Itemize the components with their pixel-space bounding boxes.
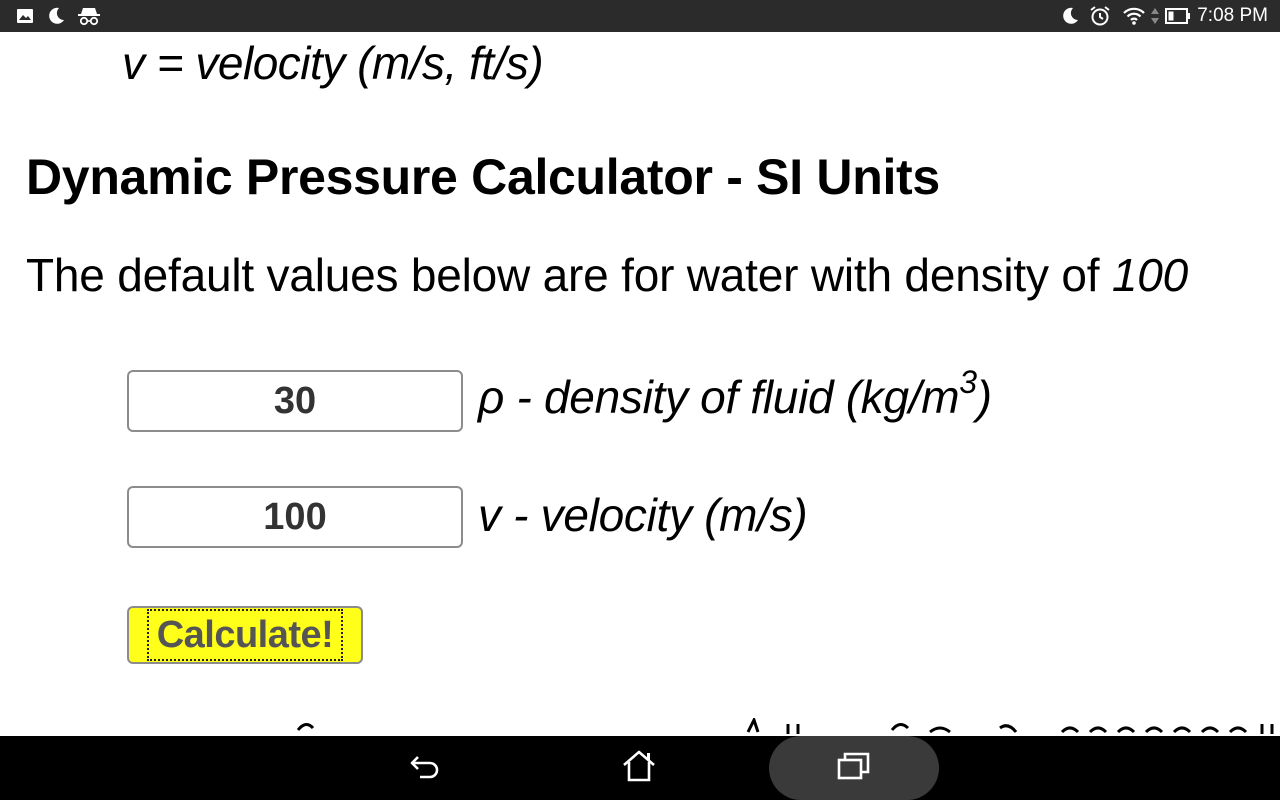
- velocity-definition: v = velocity (m/s, ft/s): [122, 37, 544, 89]
- recents-icon: [836, 751, 872, 786]
- intro-density-value: 100: [1111, 249, 1189, 301]
- calculate-button[interactable]: Calculate!: [127, 606, 363, 664]
- intro-text: The default values below are for water w…: [26, 249, 1112, 301]
- calculate-button-label: Calculate!: [147, 609, 343, 661]
- density-label-suffix: ): [976, 371, 992, 423]
- navigation-bar: [0, 736, 1280, 800]
- data-arrows-icon: [1148, 0, 1162, 32]
- status-time: 7:08 PM: [1197, 5, 1268, 26]
- home-icon: [621, 749, 657, 788]
- back-button[interactable]: [390, 736, 460, 800]
- partially-visible-content: [0, 718, 1280, 736]
- density-label: ρ - density of fluid (kg/m3): [478, 364, 992, 424]
- moon-icon: [44, 0, 68, 32]
- back-icon: [408, 751, 442, 786]
- density-label-text: ρ - density of fluid (kg/m: [478, 371, 960, 423]
- screen: 7:08 PM v = velocity (m/s, ft/s) Dynamic…: [0, 0, 1280, 800]
- density-label-exponent: 3: [959, 364, 977, 400]
- wifi-icon: [1120, 0, 1148, 32]
- image-icon: [14, 0, 36, 32]
- velocity-input[interactable]: [127, 486, 463, 548]
- density-input[interactable]: [127, 370, 463, 432]
- page-title: Dynamic Pressure Calculator - SI Units: [26, 149, 940, 205]
- alarm-icon: [1088, 0, 1112, 32]
- status-bar: 7:08 PM: [0, 0, 1280, 32]
- battery-icon: [1164, 0, 1192, 32]
- incognito-icon: [76, 0, 102, 32]
- moon-icon: [1058, 0, 1082, 32]
- velocity-label: v - velocity (m/s): [478, 489, 808, 541]
- recents-button[interactable]: [769, 736, 939, 800]
- home-button[interactable]: [604, 736, 674, 800]
- page-content: v = velocity (m/s, ft/s) Dynamic Pressur…: [0, 32, 1280, 736]
- intro-paragraph: The default values below are for water w…: [26, 248, 1188, 302]
